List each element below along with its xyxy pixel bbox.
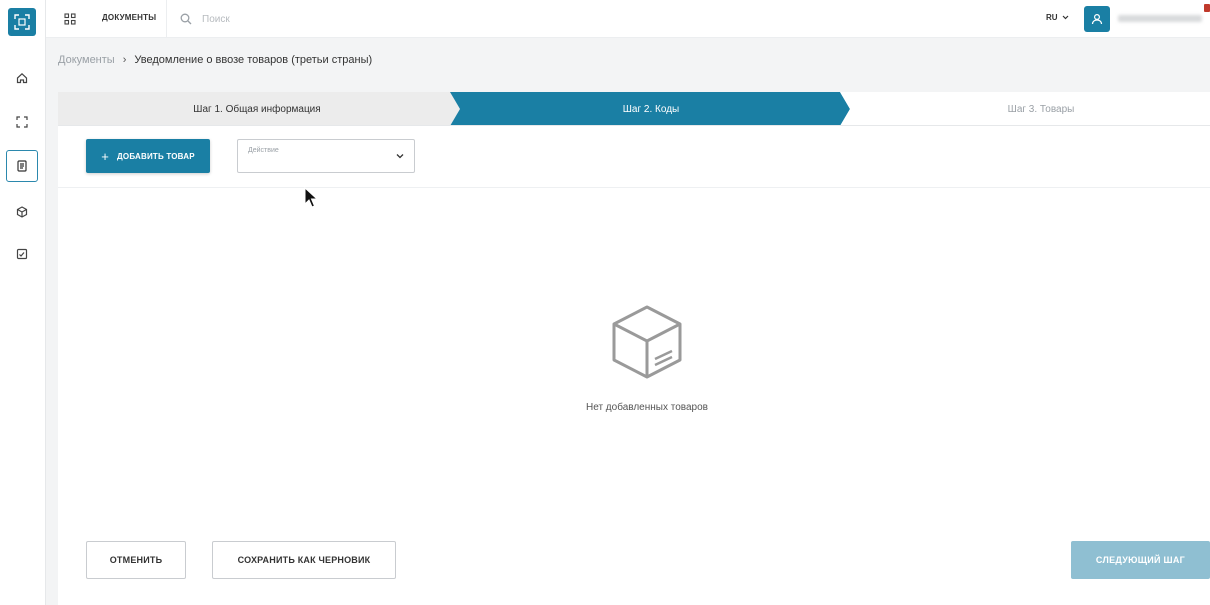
user-name-redacted[interactable]	[1118, 15, 1202, 22]
action-select-label: Действие	[248, 147, 279, 154]
step-2[interactable]: Шаг 2. Коды	[456, 92, 846, 126]
next-step-button[interactable]: СЛЕДУЮЩИЙ ШАГ	[1071, 541, 1210, 579]
search-placeholder: Поиск	[202, 13, 230, 25]
chevron-down-icon	[396, 154, 404, 159]
breadcrumb-current: Уведомление о ввозе товаров (третьи стра…	[134, 54, 373, 66]
add-item-label: ДОБАВИТЬ ТОВАР	[117, 151, 195, 161]
breadcrumb: Документы › Уведомление о ввозе товаров …	[58, 54, 372, 66]
search-icon	[180, 13, 192, 25]
checklist-icon[interactable]	[6, 238, 38, 270]
box-icon	[610, 304, 684, 380]
side-rail	[0, 0, 46, 605]
user-icon[interactable]	[1084, 6, 1110, 32]
step-1[interactable]: Шаг 1. Общая информация	[58, 92, 456, 126]
chevron-down-icon	[1062, 15, 1068, 20]
section-title[interactable]: ДОКУМЕНТЫ	[102, 13, 156, 22]
add-item-button[interactable]: + ДОБАВИТЬ ТОВАР	[86, 139, 210, 173]
step-3[interactable]: Шаг 3. Товары	[846, 92, 1210, 126]
save-draft-button[interactable]: СОХРАНИТЬ КАК ЧЕРНОВИК	[212, 541, 396, 579]
cube-icon[interactable]	[6, 196, 38, 228]
notification-badge	[1204, 4, 1210, 12]
apps-grid-icon[interactable]	[62, 11, 78, 27]
top-bar: ДОКУМЕНТЫ Поиск RU	[46, 0, 1210, 38]
action-select[interactable]: Действие	[237, 139, 415, 173]
mouse-cursor-icon	[304, 187, 318, 208]
plus-icon: +	[101, 148, 110, 164]
scan-frame-icon[interactable]	[6, 106, 38, 138]
cancel-button[interactable]: ОТМЕНИТЬ	[86, 541, 186, 579]
home-icon[interactable]	[6, 62, 38, 94]
topbar-divider	[166, 0, 167, 38]
chevron-right-icon: ›	[122, 54, 127, 66]
search-input[interactable]: Поиск	[180, 9, 230, 29]
empty-state-text: Нет добавленных товаров	[586, 402, 708, 413]
document-icon[interactable]	[6, 150, 38, 182]
breadcrumb-root[interactable]: Документы	[58, 54, 115, 66]
language-value: RU	[1046, 13, 1058, 22]
language-select[interactable]: RU	[1046, 13, 1069, 22]
stepper: Шаг 1. Общая информация Шаг 2. Коды Шаг …	[58, 92, 1210, 126]
toolbar-divider	[58, 187, 1210, 188]
qr-scan-icon[interactable]	[8, 8, 36, 36]
